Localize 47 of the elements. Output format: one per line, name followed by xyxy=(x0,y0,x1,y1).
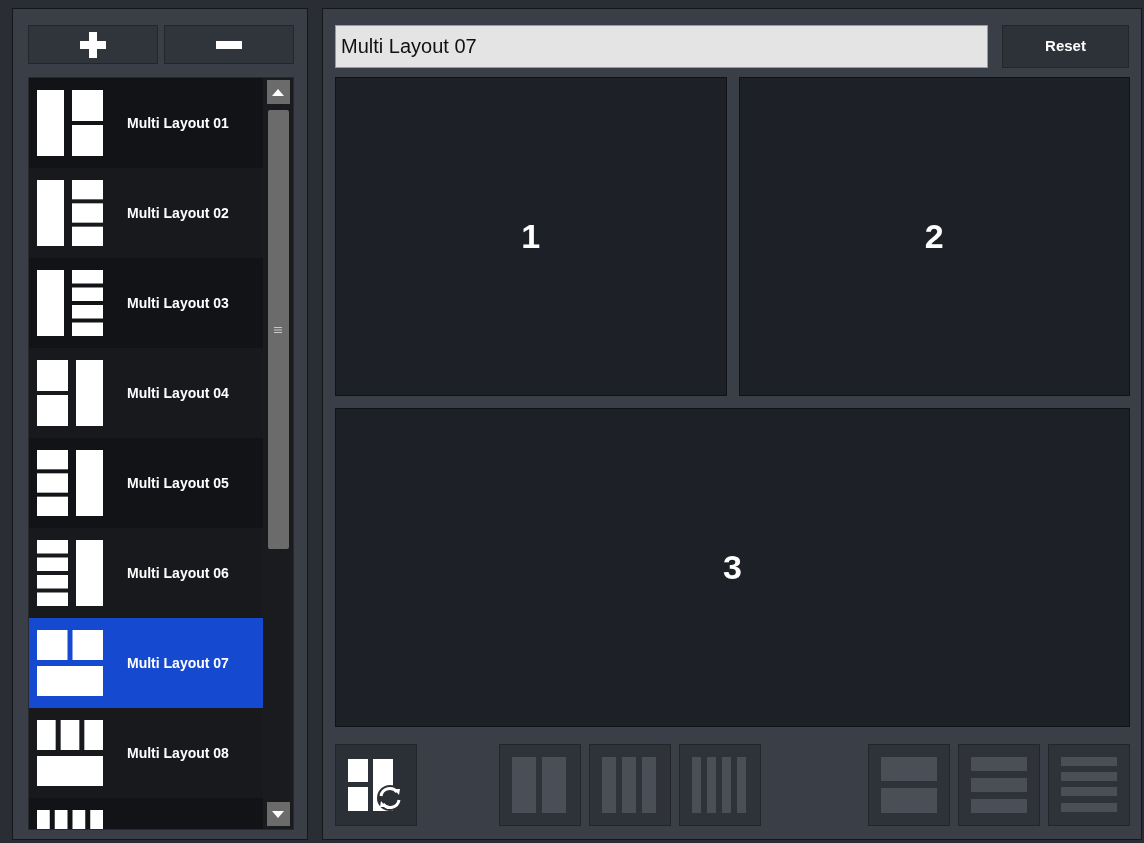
minus-icon xyxy=(216,40,242,49)
layout-thumbnail-icon xyxy=(37,450,103,516)
layout-list-item[interactable]: Multi Layout 08 xyxy=(29,708,264,798)
layout-pane[interactable]: 1 xyxy=(335,77,727,396)
pane-number: 3 xyxy=(723,547,742,588)
layout-thumbnail-icon xyxy=(37,540,103,606)
layout-name-field[interactable]: Multi Layout 07 xyxy=(335,25,988,68)
layout-list-item[interactable]: Multi Layout 06 xyxy=(29,528,264,618)
scrollbar-thumb[interactable] xyxy=(267,110,289,549)
grip-icon xyxy=(274,326,283,333)
layout-name: Multi Layout 07 xyxy=(127,653,229,673)
layout-name: Multi Layout 08 xyxy=(127,743,229,763)
four-rows-icon xyxy=(1061,757,1117,813)
layout-thumbnail-icon xyxy=(37,360,103,426)
layout-thumbnail-icon xyxy=(37,720,103,786)
layout-refresh-icon xyxy=(348,759,404,811)
four-columns-icon xyxy=(692,757,748,813)
scroll-up-button[interactable] xyxy=(266,80,290,104)
swap-layout-button[interactable] xyxy=(335,744,417,826)
layout-thumbnail-icon xyxy=(37,180,103,246)
pane-number: 1 xyxy=(521,216,541,257)
plus-icon xyxy=(80,31,106,58)
layout-name: Multi Layout 06 xyxy=(127,563,229,583)
layout-name: Multi Layout 05 xyxy=(127,473,229,493)
layout-thumbnail-icon xyxy=(37,630,103,696)
layout-thumbnail-icon xyxy=(37,90,103,156)
layout-name: Multi Layout 03 xyxy=(127,293,229,313)
add-button[interactable] xyxy=(28,25,158,64)
layout-thumbnail-icon xyxy=(37,270,103,336)
three-rows-icon xyxy=(971,757,1027,813)
two-columns-icon xyxy=(512,757,568,813)
layout-name: Multi Layout 01 xyxy=(127,113,229,133)
layout-list-item[interactable]: Multi Layout 07 xyxy=(29,618,264,708)
two-rows-icon xyxy=(881,757,937,813)
layout-pane[interactable]: 2 xyxy=(738,77,1130,396)
layout-name: Multi Layout 04 xyxy=(127,383,229,403)
remove-button[interactable] xyxy=(164,25,294,64)
pane-number: 2 xyxy=(924,216,944,257)
reset-button[interactable]: Reset xyxy=(1002,25,1129,68)
three-columns-icon xyxy=(602,757,658,813)
caret-down-icon xyxy=(272,810,285,818)
layout-name: Multi Layout 02 xyxy=(127,203,229,223)
scroll-down-button[interactable] xyxy=(266,802,290,826)
layout-pane[interactable]: 3 xyxy=(335,408,1130,727)
layout-list-item[interactable]: Multi Layout 02 xyxy=(29,168,264,258)
caret-up-icon xyxy=(272,88,285,96)
layout-list-item[interactable]: Multi Layout 04 xyxy=(29,348,264,438)
